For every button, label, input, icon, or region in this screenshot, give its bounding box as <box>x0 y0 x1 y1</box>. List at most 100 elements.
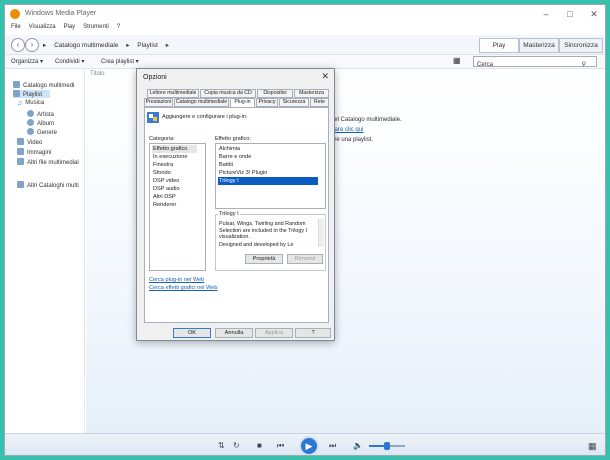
tab-performance[interactable]: Prestazioni <box>144 98 173 107</box>
menu-help[interactable]: ? <box>117 24 120 30</box>
media-player-window: Windows Media Player – □ ✕ File Visualiz… <box>4 4 606 456</box>
close-icon[interactable]: ✕ <box>321 71 329 82</box>
shuffle-icon[interactable]: ⇅ <box>218 441 225 450</box>
tab-sync[interactable]: Sincronizza <box>559 38 603 53</box>
sidebar-item-pictures[interactable]: Immagini <box>17 148 51 156</box>
list-item[interactable]: PictureViz 3! Plugin <box>218 169 318 177</box>
create-playlist-menu[interactable]: Crea playlist ▾ <box>101 58 139 65</box>
breadcrumb-chevron-icon[interactable]: ▸ <box>166 42 169 49</box>
menu-play[interactable]: Play <box>63 24 75 30</box>
breadcrumb-library[interactable]: Catalogo multimediale <box>54 42 118 49</box>
menu-view[interactable]: Visualizza <box>29 24 56 30</box>
other-libraries-icon <box>17 181 24 188</box>
window-title: Windows Media Player <box>25 10 97 17</box>
column-header-title[interactable]: Titolo <box>90 71 104 77</box>
sidebar-item-label: Album <box>37 121 55 127</box>
create-playlist-label: Crea playlist <box>101 59 135 65</box>
find-effects-link[interactable]: Cerca effetti grafici nel Web <box>149 285 218 291</box>
sidebar-item-playlist[interactable]: Playlist <box>13 90 51 98</box>
breadcrumb-chevron-icon[interactable]: ▸ <box>43 42 46 49</box>
playlist-icon <box>13 90 20 97</box>
sidebar-item-genre[interactable]: Genere <box>27 128 57 136</box>
volume-slider[interactable] <box>369 442 405 450</box>
tab-network[interactable]: Rete <box>310 98 329 107</box>
tab-burn[interactable]: Masterizza <box>519 38 559 53</box>
video-icon <box>17 138 24 145</box>
tab-security[interactable]: Sicurezza <box>279 98 309 107</box>
sidebar-item-library[interactable]: Catalogo multimedi <box>13 81 74 89</box>
organize-menu[interactable]: Organizza ▾ <box>11 58 43 65</box>
options-dialog: Opzioni ✕ Lettore multimediale Copia mus… <box>136 68 335 341</box>
sidebar-item-label: Immagini <box>27 150 52 156</box>
apply-button[interactable]: Applica <box>255 328 293 338</box>
playback-controls: ⇅ ↻ ■ ⏮ ▶ ⏭ 🔈 ▦ <box>5 433 605 455</box>
tab-burn-options[interactable]: Masterizza <box>294 89 329 98</box>
description-title: Trilogy I <box>218 211 240 217</box>
tab-rip-music[interactable]: Copia musica da CD <box>200 89 256 98</box>
repeat-icon[interactable]: ↻ <box>233 441 240 450</box>
tab-play[interactable]: Play <box>479 38 519 53</box>
sidebar-item-other-media[interactable]: Altri file multimedial <box>17 158 79 166</box>
sidebar-item-music[interactable]: ♫ Musica <box>17 100 44 107</box>
minimize-icon[interactable]: – <box>535 7 557 21</box>
back-arrow-icon[interactable]: ‹ <box>11 38 25 52</box>
sidebar-item-label: Video <box>27 140 43 146</box>
effects-list[interactable]: Alchimia Barre e onde Battiti PictureViz… <box>215 143 326 209</box>
description-text: Pulsar, Wings, Twirling and Random Selec… <box>219 221 308 241</box>
search-input[interactable]: Cerca ⚲ <box>473 56 597 68</box>
switch-to-now-playing-icon[interactable]: ▦ <box>588 441 597 452</box>
tab-devices[interactable]: Dispositivi <box>257 89 293 98</box>
remove-button[interactable]: Rimuovi <box>287 254 323 264</box>
library-icon <box>13 81 20 88</box>
description-scrollbar[interactable] <box>318 219 324 247</box>
find-plugins-link[interactable]: Cerca plug-in nel Web <box>149 277 204 283</box>
next-icon[interactable]: ⏭ <box>329 441 336 451</box>
sidebar-item-label: Catalogo multimedi <box>23 83 75 89</box>
ok-button[interactable]: OK <box>173 328 211 338</box>
list-item[interactable]: Battiti <box>218 161 318 169</box>
sidebar-item-artist[interactable]: Artista <box>27 110 54 118</box>
play-icon[interactable]: ▶ <box>299 436 319 455</box>
share-menu[interactable]: Condividi ▾ <box>55 58 84 65</box>
description-more: Designed and developed by Le <box>219 242 294 248</box>
list-item-selected[interactable]: Trilogy I <box>218 177 318 185</box>
navigation-bar: ‹ › ▸ Catalogo multimediale ▸ Playlist ▸… <box>5 35 605 55</box>
stop-icon[interactable]: ■ <box>257 441 262 450</box>
sidebar-item-label: Altri Cataloghi multi <box>27 183 79 189</box>
list-item[interactable]: Effetto grafico <box>152 145 197 153</box>
list-item[interactable]: Barre e onde <box>218 153 318 161</box>
breadcrumb: ▸ Catalogo multimediale ▸ Playlist ▸ <box>43 41 175 49</box>
menu-tools[interactable]: Strumenti <box>83 24 109 30</box>
category-list[interactable]: Effetto grafico In esecuzione Finestra S… <box>149 143 206 271</box>
sidebar-item-other-libraries[interactable]: Altri Cataloghi multi <box>17 181 79 189</box>
maximize-icon[interactable]: □ <box>559 7 581 21</box>
close-icon[interactable]: ✕ <box>583 7 605 21</box>
sidebar-item-album[interactable]: Album <box>27 119 54 127</box>
menu-file[interactable]: File <box>11 24 21 30</box>
sidebar-item-label: Genere <box>37 130 58 136</box>
plugins-panel: Aggiungere e configurare i plug-in. Cate… <box>144 107 329 323</box>
breadcrumb-playlist[interactable]: Playlist <box>137 42 158 49</box>
tab-privacy[interactable]: Privacy <box>256 98 278 107</box>
breadcrumb-chevron-icon[interactable]: ▸ <box>126 42 129 49</box>
sidebar-item-video[interactable]: Video <box>17 138 42 146</box>
click-here-link[interactable]: Fare clic qui <box>331 127 363 133</box>
view-options-icon[interactable]: ▦ <box>453 56 461 65</box>
cancel-button[interactable]: Annulla <box>215 328 253 338</box>
music-note-icon: ♫ <box>17 100 23 107</box>
tab-library[interactable]: Catalogo multimediale <box>174 98 229 107</box>
dialog-title: Opzioni <box>143 74 167 81</box>
tab-player[interactable]: Lettore multimediale <box>147 89 199 98</box>
plugins-intro: Aggiungere e configurare i plug-in. <box>162 114 248 120</box>
sidebar-item-label: Altri file multimedial <box>27 160 79 166</box>
previous-icon[interactable]: ⏮ <box>277 441 284 451</box>
album-icon <box>27 119 34 126</box>
volume-knob[interactable] <box>384 442 390 450</box>
speaker-icon[interactable]: 🔈 <box>353 441 363 450</box>
forward-arrow-icon[interactable]: › <box>25 38 39 52</box>
menu-bar: File Visualizza Play Strumenti ? <box>5 23 605 35</box>
list-item[interactable]: Alchimia <box>218 145 318 153</box>
genre-icon <box>27 128 34 135</box>
properties-button[interactable]: Proprietà <box>245 254 283 264</box>
help-button[interactable]: ? <box>295 328 331 338</box>
